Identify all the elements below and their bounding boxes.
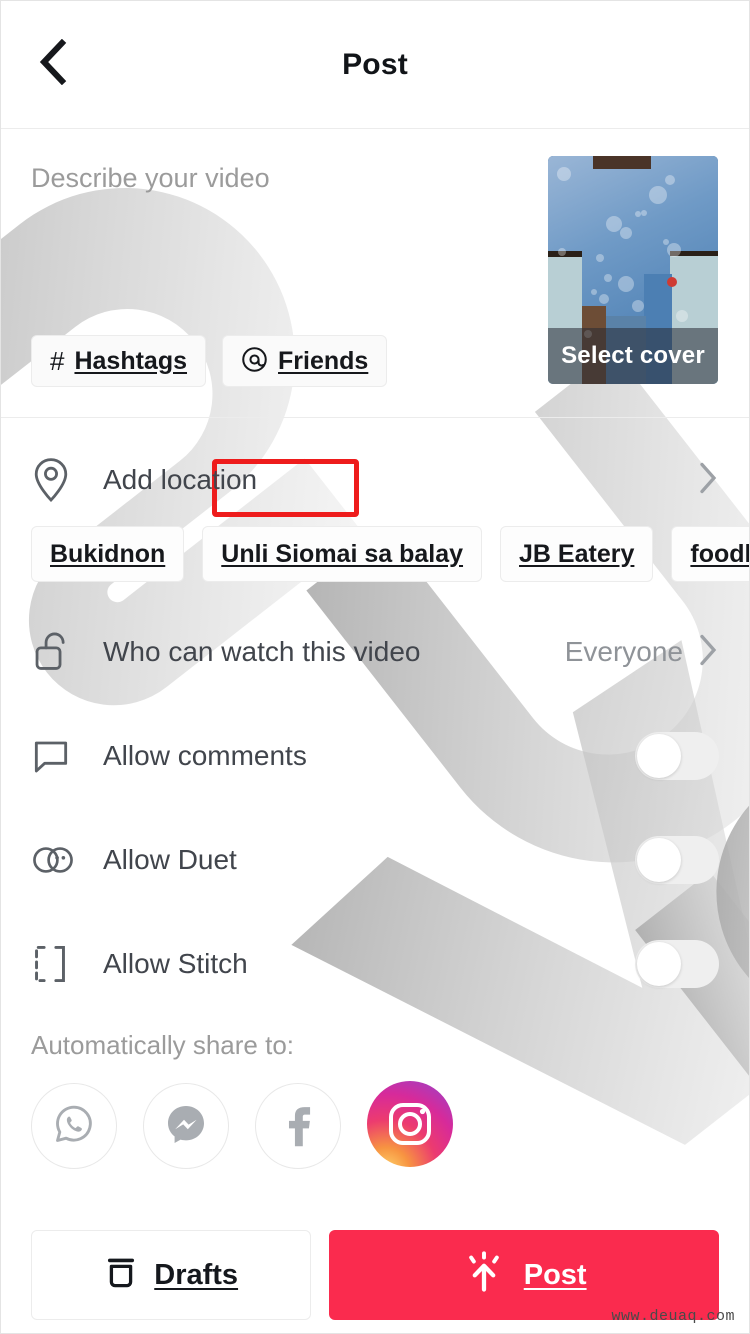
allow-stitch-label: Allow Stitch	[103, 948, 248, 979]
add-location-row[interactable]: Add location	[1, 428, 749, 532]
drafts-label: Drafts	[154, 1258, 239, 1291]
hashtags-button[interactable]: # Hashtags	[31, 335, 207, 387]
hashtags-label: Hashtags	[74, 346, 188, 375]
allow-duet-row[interactable]: Allow Duet	[1, 808, 749, 912]
tag-buttons-row: # Hashtags Friends	[31, 335, 388, 387]
privacy-label: Who can watch this video	[103, 636, 421, 667]
chevron-right-icon	[697, 460, 719, 501]
friends-label: Friends	[278, 346, 369, 375]
page-title: Post	[342, 47, 408, 81]
unlock-icon	[31, 629, 83, 675]
facebook-icon	[275, 1099, 321, 1154]
at-icon	[241, 346, 268, 377]
drafts-icon	[104, 1255, 138, 1296]
allow-duet-toggle[interactable]	[635, 836, 719, 884]
comment-bubble-icon	[31, 735, 83, 777]
whatsapp-icon	[51, 1101, 97, 1152]
location-suggestions-row: Bukidnon Unli Siomai sa balay JB Eatery …	[1, 524, 749, 584]
whatsapp-share-button[interactable]	[31, 1083, 117, 1169]
allow-stitch-row[interactable]: Allow Stitch	[1, 912, 749, 1016]
toggle-knob	[637, 838, 681, 882]
select-cover-band: Select cover	[548, 328, 718, 384]
stitch-icon	[31, 943, 83, 985]
location-chip[interactable]: Bukidnon	[31, 526, 185, 582]
add-location-label: Add location	[103, 464, 258, 495]
duet-icon	[31, 840, 83, 880]
drafts-button[interactable]: Drafts	[31, 1230, 312, 1320]
privacy-row[interactable]: Who can watch this video Everyone	[1, 600, 749, 704]
allow-comments-row[interactable]: Allow comments	[1, 704, 749, 808]
site-watermark: www.deuaq.com	[611, 1308, 735, 1325]
upload-burst-icon	[462, 1250, 506, 1301]
auto-share-row	[1, 1061, 749, 1169]
toggle-knob	[637, 734, 681, 778]
chevron-left-icon	[36, 38, 70, 90]
allow-comments-label: Allow comments	[103, 740, 307, 771]
location-chip-label: foodhouz	[690, 539, 749, 568]
friends-button[interactable]: Friends	[222, 335, 388, 387]
instagram-icon	[367, 1080, 453, 1172]
location-pin-icon	[31, 457, 83, 503]
messenger-icon	[162, 1100, 210, 1153]
post-screen: Post Describe your video # Hashtags Frie…	[0, 0, 750, 1334]
location-chip[interactable]: foodhouz	[671, 526, 749, 582]
hash-icon: #	[50, 346, 65, 376]
select-cover-label: Select cover	[561, 342, 705, 369]
location-chip-label: JB Eatery	[519, 539, 635, 568]
location-chip[interactable]: Unli Siomai sa balay	[202, 526, 483, 582]
allow-duet-label: Allow Duet	[103, 844, 237, 875]
chevron-right-icon	[697, 632, 719, 673]
allow-stitch-toggle[interactable]	[635, 940, 719, 988]
post-label: Post	[523, 1258, 587, 1291]
location-chip-label: Bukidnon	[50, 539, 166, 568]
select-cover-thumbnail[interactable]: Select cover	[548, 156, 718, 384]
auto-share-label: Automatically share to:	[31, 1030, 295, 1060]
location-chip-label: Unli Siomai sa balay	[221, 539, 464, 568]
location-chip[interactable]: JB Eatery	[500, 526, 654, 582]
messenger-share-button[interactable]	[143, 1083, 229, 1169]
allow-comments-toggle[interactable]	[635, 732, 719, 780]
instagram-share-button[interactable]	[367, 1080, 453, 1172]
settings-section: Add location Bukidnon Unli Siomai sa bal…	[1, 418, 749, 1217]
toggle-knob	[637, 942, 681, 986]
app-header: Post	[1, 1, 749, 129]
facebook-share-button[interactable]	[255, 1083, 341, 1169]
back-button[interactable]	[29, 38, 77, 90]
post-button[interactable]: Post	[329, 1230, 719, 1320]
privacy-value: Everyone	[564, 636, 683, 667]
